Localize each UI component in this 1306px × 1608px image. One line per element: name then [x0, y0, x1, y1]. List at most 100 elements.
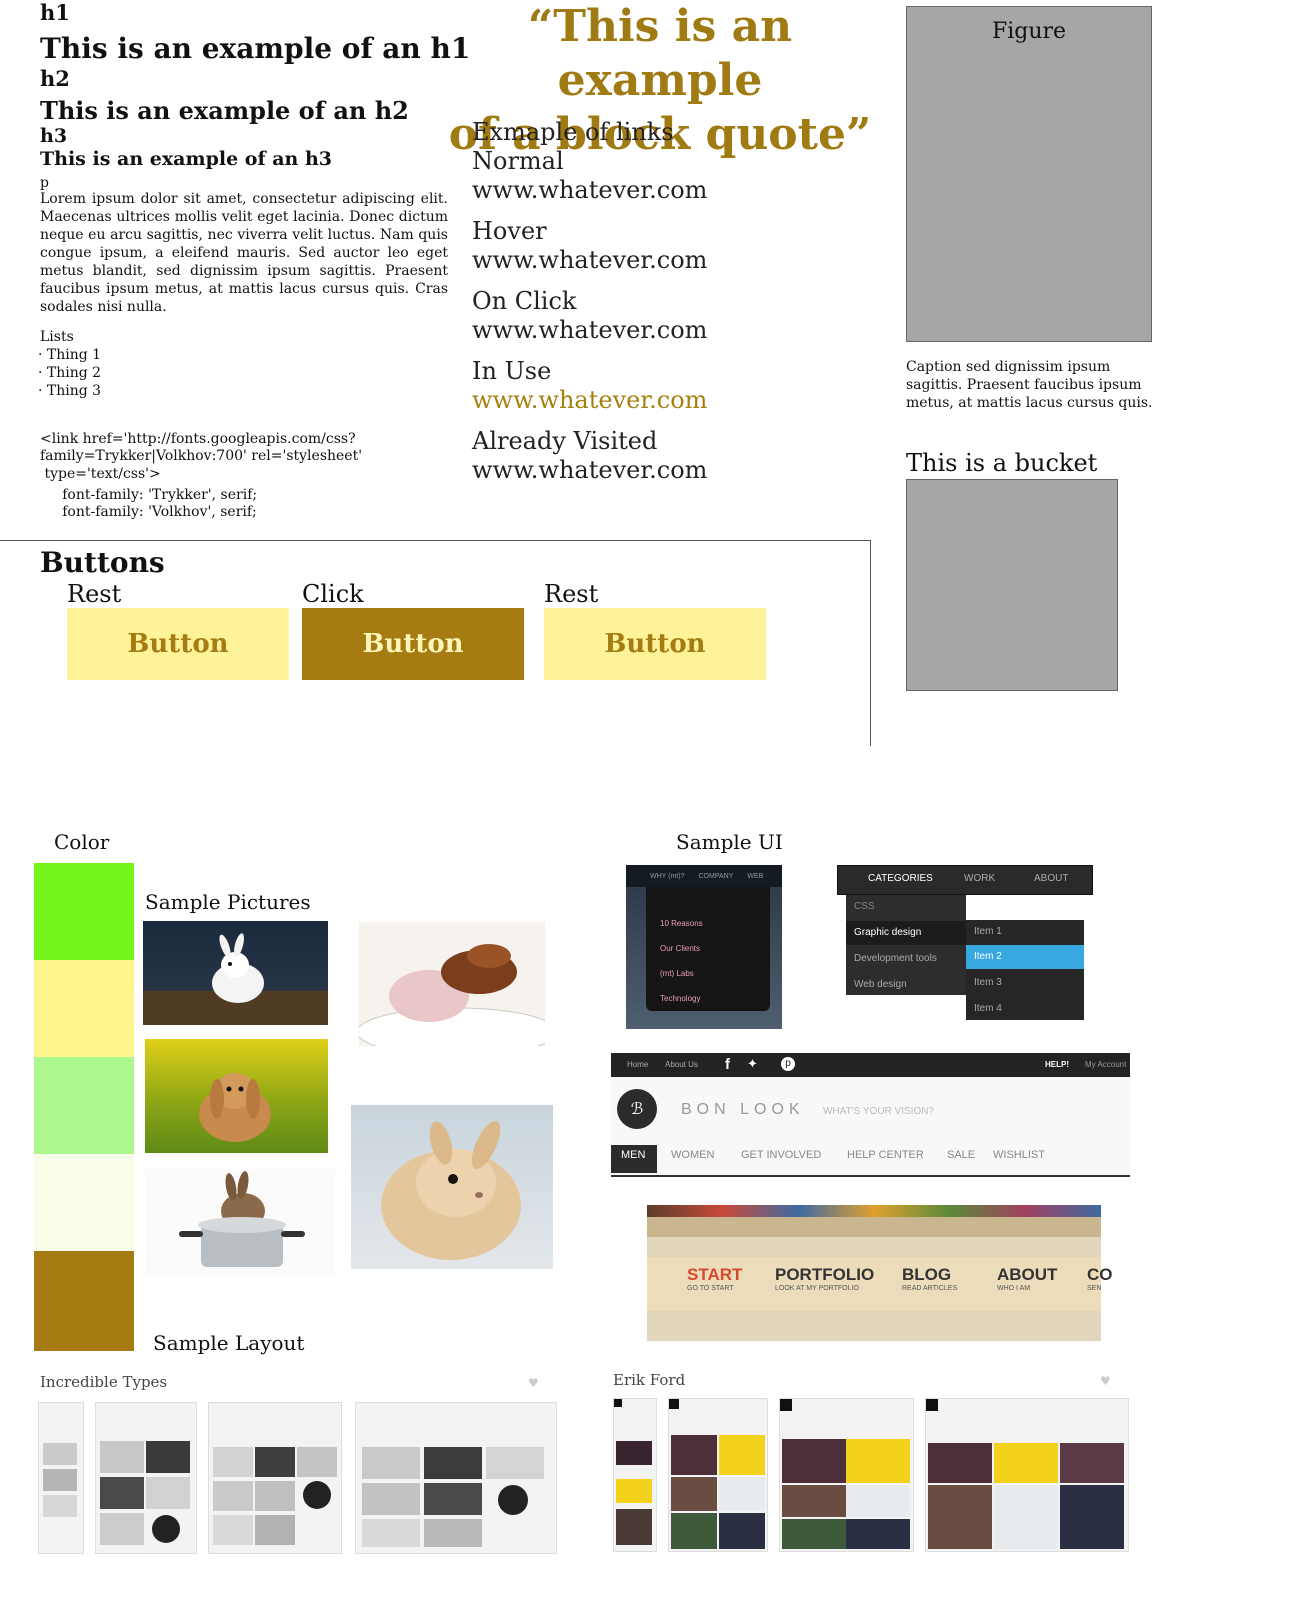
bonlook-topbar: Home About Us f ✦ p HELP! My Account: [611, 1053, 1130, 1077]
sample-dropdown-2-bar: CATEGORIES WORK ABOUT: [837, 865, 1093, 895]
dropdown2-subitem[interactable]: Item 1: [974, 926, 1002, 937]
layout-thumbnail: [925, 1398, 1129, 1552]
links-heading: Exmaple of links: [472, 118, 674, 146]
dropdown1-item[interactable]: 10 Reasons: [660, 919, 703, 928]
pictures-label: Sample Pictures: [145, 890, 311, 914]
link-normal[interactable]: www.whatever.com: [472, 175, 707, 205]
bunny-pot-photo: [145, 1169, 335, 1277]
bonlook-logo-icon: ℬ: [617, 1089, 657, 1129]
code-line: font-family: 'Volkhov', serif;: [40, 504, 257, 520]
link-visited[interactable]: www.whatever.com: [472, 455, 707, 485]
bunny-photo: [143, 921, 328, 1025]
pinterest-icon[interactable]: p: [781, 1057, 795, 1071]
dropdown2-menu: CSS Graphic design Development tools Web…: [846, 895, 966, 995]
paper-nav-sub: WHO I AM: [997, 1285, 1031, 1292]
figure-label: Figure: [991, 19, 1067, 44]
paper-nav-sub: LOOK AT MY PORTFOLIO: [775, 1285, 859, 1292]
bonlook-nav-item[interactable]: WISHLIST: [993, 1149, 1045, 1161]
link-state-label: On Click: [472, 287, 577, 315]
lists-label: Lists: [40, 329, 74, 345]
sample-button-click[interactable]: Button: [302, 608, 524, 680]
bonlook-nav-item[interactable]: SALE: [947, 1149, 975, 1161]
dropdown2-submenu: Item 1 Item 2 Item 3 Item 4: [966, 920, 1084, 1020]
paper-nav-title[interactable]: ABOUT: [997, 1265, 1057, 1285]
bonlook-right-link[interactable]: My Account: [1085, 1060, 1126, 1069]
sample-dropdown-1: WHY (mt)? COMPANY WEB 10 Reasons Our Cli…: [626, 865, 782, 1029]
layout-right-title: Erik Ford: [613, 1371, 686, 1389]
h1-example: This is an example of an h1: [40, 32, 471, 65]
twitter-icon[interactable]: ✦: [747, 1057, 758, 1072]
dropdown2-item[interactable]: Web design: [854, 979, 907, 990]
dropdown2-subitem[interactable]: Item 3: [974, 977, 1002, 988]
dropdown1-item[interactable]: Our Clients: [660, 944, 700, 953]
link-on-click[interactable]: www.whatever.com: [472, 315, 707, 345]
sample-button-rest-2[interactable]: Button: [544, 608, 766, 680]
buttons-divider: [0, 540, 871, 541]
sample-ui-label: Sample UI: [676, 830, 783, 854]
layout-thumbnail: [668, 1398, 768, 1552]
dropdown2-subitem[interactable]: Item 4: [974, 1003, 1002, 1014]
bonlook-top-link[interactable]: About Us: [665, 1060, 698, 1069]
paper-nav-sub: GO TO START: [687, 1285, 734, 1292]
dropdown1-menu: 10 Reasons Our Clients (mt) Labs Technol…: [646, 887, 770, 1011]
list-item: · Thing 1: [38, 347, 102, 363]
h2-label: h2: [40, 66, 70, 91]
bonlook-right-link[interactable]: HELP!: [1045, 1060, 1069, 1069]
list-item: · Thing 2: [38, 365, 102, 381]
code-line: family=Trykker|Volkhov:700' rel='stylesh…: [40, 448, 363, 464]
h2-example: This is an example of an h2: [40, 96, 409, 125]
bucket-box: [906, 479, 1118, 691]
paper-nav-title[interactable]: CO: [1087, 1265, 1113, 1285]
dropdown2-item[interactable]: CSS: [854, 901, 875, 912]
button-state-label: Rest: [67, 580, 122, 608]
color-label: Color: [54, 830, 110, 854]
dropdown2-subitem[interactable]: Item 2: [966, 945, 1084, 969]
dropdown1-tab[interactable]: COMPANY: [698, 873, 733, 880]
paper-nav-edge: [647, 1217, 1101, 1237]
dropdown2-item[interactable]: Development tools: [854, 953, 937, 964]
paper-nav-title[interactable]: START: [687, 1265, 742, 1285]
color-swatch: [34, 960, 134, 1060]
quote-line: “This is an example: [527, 1, 793, 106]
code-line: type='text/css'>: [40, 466, 161, 482]
code-line: font-family: 'Trykker', serif;: [40, 487, 258, 503]
heart-icon[interactable]: ♥: [528, 1376, 539, 1390]
dropdown1-tab[interactable]: WHY (mt)?: [650, 873, 684, 880]
button-state-label: Rest: [544, 580, 599, 608]
color-swatch: [34, 863, 134, 963]
paper-nav-title[interactable]: BLOG: [902, 1265, 951, 1285]
layout-thumbnail: [38, 1402, 84, 1554]
dropdown2-tab[interactable]: ABOUT: [1034, 873, 1068, 884]
layout-thumbnail: [208, 1402, 342, 1554]
bonlook-nav-item[interactable]: GET INVOLVED: [741, 1149, 821, 1161]
sample-button-rest[interactable]: Button: [67, 608, 289, 680]
heart-icon[interactable]: ♥: [1100, 1374, 1111, 1388]
dropdown2-tab[interactable]: CATEGORIES: [868, 873, 933, 884]
dropdown1-item[interactable]: Technology: [660, 994, 700, 1003]
link-state-label: Normal: [472, 147, 564, 175]
link-hover[interactable]: www.whatever.com: [472, 245, 707, 275]
paper-nav-pattern: [647, 1205, 1101, 1217]
bonlook-nav-item[interactable]: WOMEN: [671, 1149, 714, 1161]
link-in-use[interactable]: www.whatever.com: [472, 385, 707, 415]
bucket-title: This is a bucket: [906, 449, 1098, 477]
dropdown1-tab[interactable]: WEB: [747, 873, 763, 880]
dropdown2-tab[interactable]: WORK: [964, 873, 995, 884]
buttons-divider-vertical: [870, 540, 871, 746]
paragraph: Lorem ipsum dolor sit amet, consectetur …: [40, 191, 448, 315]
bonlook-nav-men[interactable]: MEN: [611, 1145, 657, 1173]
paper-nav-sub: READ ARTICLES: [902, 1285, 958, 1292]
paper-nav-sub: SEN: [1087, 1285, 1102, 1292]
dropdown1-item[interactable]: (mt) Labs: [660, 969, 694, 978]
layout-left-title: Incredible Types: [40, 1373, 168, 1391]
list-item: · Thing 3: [38, 383, 102, 399]
bonlook-top-link[interactable]: Home: [627, 1060, 648, 1069]
buttons-heading: Buttons: [40, 546, 165, 579]
layout-thumbnail: [613, 1398, 657, 1552]
link-state-label: Hover: [472, 217, 547, 245]
dropdown2-item[interactable]: Graphic design: [846, 921, 966, 945]
facebook-icon[interactable]: f: [725, 1056, 730, 1073]
button-state-label: Click: [302, 580, 364, 608]
paper-nav-title[interactable]: PORTFOLIO: [775, 1265, 874, 1285]
bonlook-nav-item[interactable]: HELP CENTER: [847, 1149, 924, 1161]
